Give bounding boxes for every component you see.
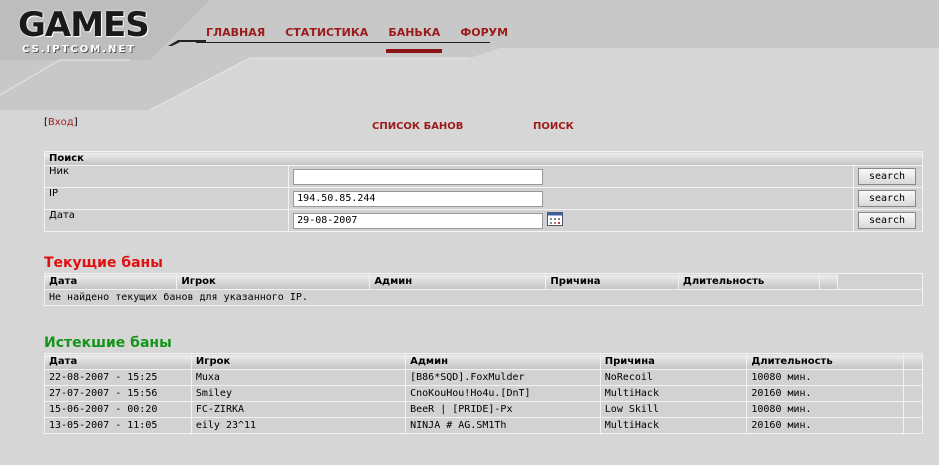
search-row-ip: IP 194.50.85.244 search [43, 187, 923, 210]
header: GAMES CS.IPTCOM.NET ГЛАВНАЯ СТАТИСТИКА Б… [0, 0, 939, 110]
ban-duration: 10080 мин. [746, 401, 905, 418]
col-admin: Админ [405, 353, 601, 370]
search-caption: Поиск [44, 151, 923, 166]
col-player: Игрок [190, 353, 407, 370]
ban-date: 13-05-2007 - 11:05 [44, 417, 192, 434]
ban-date: 22-08-2007 - 15:25 [44, 369, 192, 386]
ban-reason: Low Skill [599, 401, 748, 418]
col-admin: Админ [369, 273, 547, 290]
col-scroll [903, 353, 923, 370]
table-row[interactable]: 15-06-2007 - 00:20 FC-ZIRKA BeeR | [PRID… [44, 401, 923, 418]
site-logo[interactable]: GAMES CS.IPTCOM.NET [18, 5, 150, 55]
ip-label: IP [43, 187, 290, 210]
col-duration: Длительность [677, 273, 820, 290]
logo-subtitle: CS.IPTCOM.NET [22, 44, 137, 55]
ban-admin: NINJA # AG.SM1Th [405, 417, 601, 434]
table-row[interactable]: 22-08-2007 - 15:25 Muxa [B86*SQD].FoxMul… [44, 369, 923, 386]
current-bans-empty-message: Не найдено текущих банов для указанного … [44, 289, 923, 306]
col-reason: Причина [599, 353, 748, 370]
ban-admin: BeeR | [PRIDE]-Px [405, 401, 601, 418]
ban-reason: MultiHack [599, 385, 748, 402]
date-search-button[interactable]: search [858, 212, 916, 229]
ban-player: Smiley [190, 385, 407, 402]
date-input[interactable]: 29-08-2007 [293, 212, 544, 229]
ban-player: eily 23^11 [190, 417, 407, 434]
expired-bans-table: Дата Игрок Админ Причина Длительность 22… [44, 353, 923, 434]
nick-search-button[interactable]: search [858, 168, 916, 185]
search-row-date: Дата 29-08-2007 search [43, 209, 923, 232]
col-empty [837, 273, 923, 290]
main-nav: ГЛАВНАЯ СТАТИСТИКА БАНЬКА ФОРУМ [206, 26, 528, 53]
ban-admin: [B86*SQD].FoxMulder [405, 369, 601, 386]
col-reason: Причина [545, 273, 679, 290]
ban-player: Muxa [190, 369, 407, 386]
date-label: Дата [43, 209, 290, 232]
col-date: Дата [44, 353, 192, 370]
ban-player: FC-ZIRKA [190, 401, 407, 418]
ban-reason: MultiHack [599, 417, 748, 434]
nav-forum[interactable]: ФОРУМ [460, 26, 508, 39]
ip-input[interactable]: 194.50.85.244 [293, 190, 544, 207]
ban-date: 15-06-2007 - 00:20 [44, 401, 192, 418]
col-duration: Длительность [746, 353, 905, 370]
row-spacer [903, 385, 923, 402]
nav-home[interactable]: ГЛАВНАЯ [206, 26, 265, 39]
nav-banka[interactable]: БАНЬКА [386, 26, 443, 53]
ip-search-button[interactable]: search [858, 190, 916, 207]
ban-reason: NoRecoil [599, 369, 748, 386]
ban-date: 27-07-2007 - 15:56 [44, 385, 192, 402]
search-link[interactable]: ПОИСК [533, 121, 574, 132]
current-bans-table: Дата Игрок Админ Причина Длительность Не… [43, 273, 923, 306]
expired-bans-title: Истекшие баны [44, 335, 172, 351]
row-spacer [903, 401, 923, 418]
table-row[interactable]: 13-05-2007 - 11:05 eily 23^11 NINJA # AG… [44, 417, 923, 434]
logo-title: GAMES [18, 5, 150, 45]
ban-list-link[interactable]: СПИСОК БАНОВ [372, 121, 463, 132]
current-bans-title: Текущие баны [44, 255, 163, 271]
ban-duration: 20160 мин. [746, 385, 905, 402]
nav-arrow-icon [168, 40, 206, 46]
row-spacer [903, 417, 923, 434]
ban-admin: CnoKouHou!Ho4u.[DnT] [405, 385, 601, 402]
search-form: Поиск Ник search IP 194.50.85.244 search… [43, 151, 923, 232]
nick-input[interactable] [293, 168, 544, 185]
calendar-icon[interactable] [547, 212, 564, 229]
table-row[interactable]: 27-07-2007 - 15:56 Smiley CnoKouHou!Ho4u… [44, 385, 923, 402]
col-scroll [818, 273, 839, 290]
nav-statistics[interactable]: СТАТИСТИКА [285, 26, 368, 39]
col-player: Игрок [176, 273, 371, 290]
search-row-nick: Ник search [43, 165, 923, 188]
ban-duration: 20160 мин. [746, 417, 905, 434]
nick-label: Ник [43, 165, 290, 188]
col-date: Дата [43, 273, 178, 290]
nav-divider [196, 42, 490, 43]
ban-duration: 10080 мин. [746, 369, 905, 386]
login-link-wrapper: [Вход] [44, 117, 78, 128]
row-spacer [903, 369, 923, 386]
login-link[interactable]: Вход [48, 117, 74, 128]
